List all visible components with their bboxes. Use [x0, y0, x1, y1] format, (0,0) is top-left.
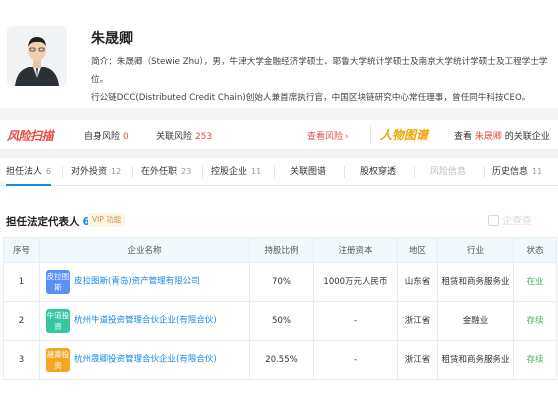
- tab-count: 11: [251, 167, 262, 176]
- risk-scan-logo: 风险扫描: [7, 129, 54, 143]
- tab-label: 关联图谱: [290, 167, 327, 177]
- tab-legal-rep[interactable]: 担任法人 6: [6, 158, 52, 186]
- tab-related-graph[interactable]: 关联图谱: [290, 158, 326, 186]
- watermark: 企查查: [488, 212, 532, 227]
- share-cell: 20.55%: [249, 340, 314, 380]
- related-risk-label: 关联风险: [156, 132, 193, 142]
- header-share: 持股比例: [249, 237, 314, 263]
- header-capital: 注册资本: [313, 237, 398, 263]
- tab-label: 历史信息: [492, 167, 529, 177]
- row-index: 1: [3, 262, 40, 302]
- person-graph-logo: 人物图谱: [380, 128, 429, 142]
- table-header-row: 序号 企业名称 持股比例 注册资本 地区 行业 状态: [3, 237, 557, 263]
- tab-investments[interactable]: 对外投资 12: [71, 158, 121, 186]
- capital-cell: -: [313, 301, 398, 341]
- see-suffix: 的关联企业: [504, 132, 550, 142]
- tab-label: 在外任职: [141, 167, 178, 177]
- tab-count: 6: [46, 167, 52, 176]
- share-cell: 70%: [249, 262, 314, 302]
- company-logo: 皮拉图斯: [46, 270, 70, 294]
- capital-cell: 1000万元人民币: [313, 262, 398, 302]
- related-risk[interactable]: 关联风险 253: [156, 129, 212, 142]
- section-title-text: 担任法定代表人: [6, 216, 80, 228]
- tab-separator: [344, 166, 345, 178]
- qcc-logo-icon: [488, 215, 499, 226]
- risk-scan-bar: 风险扫描 自身风险 0 关联风险 253 查看风险 › 人物图谱 查看 朱晟卿 的关联…: [0, 120, 558, 150]
- company-logo: 牛道投资: [46, 309, 70, 333]
- tab-positions[interactable]: 在外任职 23: [141, 158, 191, 186]
- header-industry: 行业: [437, 237, 514, 263]
- table-row: 2 牛道投资杭州牛道投资管理合伙企业(有限合伙) 50% - 浙江省 金融业 存…: [3, 301, 557, 341]
- person-profile-card: 朱晟卿 简介：朱晟卿（Stewie Zhu），男，牛津大学金融经济学硕士、耶鲁大…: [0, 0, 558, 108]
- tab-label: 控股企业: [211, 167, 248, 177]
- region-cell: 山东省: [397, 262, 438, 302]
- view-related-companies-link[interactable]: 查看 朱晟卿 的关联企业: [454, 129, 550, 142]
- person-name: 朱晟卿: [91, 31, 133, 47]
- tab-holdings[interactable]: 控股企业 11: [211, 158, 261, 186]
- company-logo: 晟卿投资: [46, 348, 70, 372]
- self-risk-label: 自身风险: [84, 132, 121, 142]
- tab-label: 对外投资: [71, 167, 108, 177]
- industry-cell: 租赁和商务服务业: [437, 340, 514, 380]
- person-bio: 简介：朱晟卿（Stewie Zhu），男，牛津大学金融经济学硕士、耶鲁大学统计学…: [91, 53, 553, 107]
- bio-line-2: 行公链DCC(Distributed Credit Chain)创始人兼首席执行…: [91, 93, 531, 103]
- status-cell: 存续: [513, 301, 557, 341]
- tab-history[interactable]: 历史信息 11: [492, 158, 542, 186]
- tab-label: 担任法人: [6, 167, 43, 177]
- tab-separator: [414, 166, 415, 178]
- tab-separator: [62, 166, 63, 178]
- related-risk-count: 253: [195, 132, 213, 142]
- tab-bar: 担任法人 6 对外投资 12 在外任职 23 控股企业 11 关联图谱 股权穿透 风险信…: [0, 158, 558, 186]
- table-row: 3 晟卿投资杭州晟卿投资管理合伙企业(有限合伙) 20.55% - 浙江省 租赁…: [3, 340, 557, 380]
- tab-separator: [274, 166, 275, 178]
- avatar: [7, 26, 67, 86]
- vip-badge[interactable]: VIP 功能: [88, 213, 126, 227]
- tab-separator: [484, 166, 485, 178]
- view-risk-link-label: 查看风险: [307, 132, 344, 142]
- row-index: 3: [3, 340, 40, 380]
- company-cell: 皮拉图斯皮拉图斯(青岛)资产管理有限公司: [39, 262, 250, 302]
- company-cell: 牛道投资杭州牛道投资管理合伙企业(有限合伙): [39, 301, 250, 341]
- tab-label: 风险信息: [430, 167, 467, 177]
- status-cell: 存续: [513, 340, 557, 380]
- watermark-text: 企查查: [502, 216, 532, 227]
- chevron-right-icon: ›: [345, 132, 349, 142]
- header-company: 企业名称: [39, 237, 250, 263]
- company-cell: 晟卿投资杭州晟卿投资管理合伙企业(有限合伙): [39, 340, 250, 380]
- section-title: 担任法定代表人 6: [6, 214, 90, 229]
- tab-separator: [132, 166, 133, 178]
- tab-separator: [202, 166, 203, 178]
- header-index: 序号: [3, 237, 40, 263]
- tab-count: 23: [181, 167, 192, 176]
- see-prefix: 查看: [454, 132, 473, 142]
- self-risk[interactable]: 自身风险 0: [84, 129, 129, 142]
- tab-count: 12: [111, 167, 122, 176]
- table-row: 1 皮拉图斯皮拉图斯(青岛)资产管理有限公司 70% 1000万元人民币 山东省…: [3, 262, 557, 302]
- legal-rep-table: 序号 企业名称 持股比例 注册资本 地区 行业 状态 1 皮拉图斯皮拉图斯(青岛…: [3, 237, 557, 380]
- tab-equity-penetration[interactable]: 股权穿透: [360, 158, 396, 186]
- section-gap: [0, 108, 558, 120]
- industry-cell: 租赁和商务服务业: [437, 262, 514, 302]
- region-cell: 浙江省: [397, 340, 438, 380]
- header-status: 状态: [513, 237, 557, 263]
- see-person-name: 朱晟卿: [474, 132, 502, 142]
- industry-cell: 金融业: [437, 301, 514, 341]
- row-index: 2: [3, 301, 40, 341]
- view-risk-link[interactable]: 查看风险 ›: [307, 129, 349, 142]
- header-region: 地区: [397, 237, 438, 263]
- capital-cell: -: [313, 340, 398, 380]
- share-cell: 50%: [249, 301, 314, 341]
- divider: [370, 126, 371, 144]
- tab-count: 11: [532, 167, 543, 176]
- status-cell: 在业: [513, 262, 557, 302]
- region-cell: 浙江省: [397, 301, 438, 341]
- company-link[interactable]: 杭州晟卿投资管理合伙企业(有限合伙): [74, 355, 217, 365]
- section-gap: [0, 150, 558, 158]
- company-link[interactable]: 杭州牛道投资管理合伙企业(有限合伙): [74, 316, 217, 326]
- tab-risk-info[interactable]: 风险信息: [430, 158, 466, 186]
- self-risk-count: 0: [123, 132, 129, 142]
- company-link[interactable]: 皮拉图斯(青岛)资产管理有限公司: [74, 277, 200, 287]
- tab-label: 股权穿透: [360, 167, 397, 177]
- bio-line-1: 简介：朱晟卿（Stewie Zhu），男，牛津大学金融经济学硕士、耶鲁大学统计学…: [91, 57, 548, 85]
